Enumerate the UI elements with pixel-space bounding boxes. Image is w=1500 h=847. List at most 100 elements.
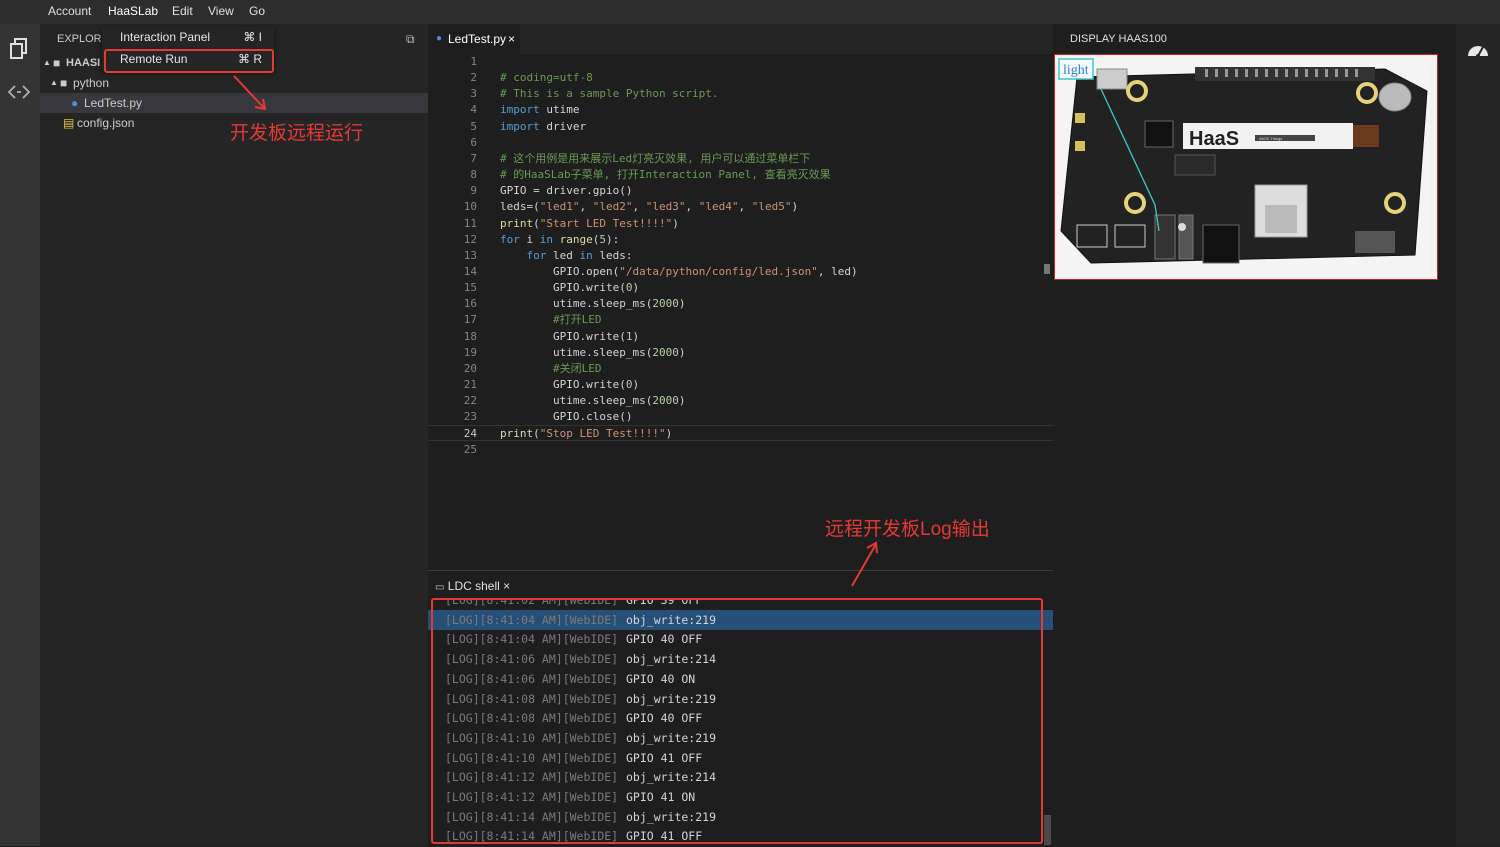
editor-tab-bar: ● LedTest.py × bbox=[428, 24, 1053, 54]
code-text: for i in range(5): bbox=[500, 232, 620, 246]
tree-item-label: python bbox=[73, 76, 110, 90]
code-line[interactable]: 19 utime.sleep_ms(2000) bbox=[428, 345, 1053, 361]
code-line[interactable]: 2 # coding=utf-8 bbox=[428, 70, 1053, 86]
line-number: 22 bbox=[463, 394, 477, 408]
code-text: for led in leds: bbox=[526, 248, 633, 262]
code-text: GPIO.write(0) bbox=[500, 281, 640, 295]
remote-run-annotation: 开发板远程运行 bbox=[230, 123, 364, 144]
python-file-icon: ● bbox=[71, 96, 79, 110]
json-file-icon: ▤ bbox=[63, 116, 75, 130]
menu-account[interactable]: Account bbox=[48, 4, 91, 18]
code-line[interactable]: 18 GPIO.write(1) bbox=[428, 329, 1053, 345]
line-number: 23 bbox=[463, 410, 477, 424]
code-text: GPIO.open("/data/python/config/led.json"… bbox=[500, 264, 858, 278]
code-line[interactable]: 6 bbox=[428, 135, 1053, 151]
code-text: leds=("led1", "led2", "led3", "led4", "l… bbox=[500, 200, 799, 214]
remote-run-highlight bbox=[104, 49, 274, 73]
annotation-arrow-icon bbox=[233, 75, 267, 111]
code-line[interactable]: 17 #打开LED bbox=[428, 312, 1053, 328]
menu-go[interactable]: Go bbox=[249, 4, 265, 18]
terminal-icon: ▭ bbox=[435, 582, 445, 593]
code-text: utime.sleep_ms(2000) bbox=[500, 394, 686, 408]
code-editor: ● LedTest.py × 1 2 # coding=utf-8 3 # This i… bbox=[428, 24, 1053, 570]
light-label: light bbox=[1063, 63, 1089, 78]
line-number: 10 bbox=[463, 200, 477, 214]
scrollbar-thumb[interactable] bbox=[1044, 264, 1050, 274]
board-view[interactable]: HaaS AliOS Things light bbox=[1054, 54, 1438, 280]
panel-scrollbar[interactable] bbox=[1044, 815, 1051, 845]
explorer-icon[interactable] bbox=[8, 38, 30, 60]
line-number: 4 bbox=[470, 103, 477, 117]
line-number: 15 bbox=[463, 281, 477, 295]
close-icon[interactable]: × bbox=[508, 24, 515, 54]
code-line[interactable]: 20 #关闭LED bbox=[428, 361, 1053, 377]
code-line[interactable]: 8 # 的HaaSLab子菜单, 打开Interaction Panel, 查看亮… bbox=[428, 167, 1053, 183]
line-number: 1 bbox=[470, 55, 477, 68]
menu-item-interaction-panel[interactable]: Interaction Panel ⌘ I bbox=[102, 27, 274, 47]
line-number: 11 bbox=[463, 216, 477, 230]
menu-view[interactable]: View bbox=[208, 4, 234, 18]
tab-ledtest[interactable]: ● LedTest.py × bbox=[428, 24, 520, 54]
code-line[interactable]: 9 GPIO = driver.gpio() bbox=[428, 183, 1053, 199]
code-line[interactable]: 16 utime.sleep_ms(2000) bbox=[428, 296, 1053, 312]
code-line[interactable]: 15 GPIO.write(0) bbox=[428, 280, 1053, 296]
code-text: import driver bbox=[500, 119, 587, 133]
python-file-icon: ● bbox=[436, 33, 443, 44]
code-text: print("Start LED Test!!!!") bbox=[500, 216, 679, 230]
code-line[interactable]: 1 bbox=[428, 54, 1053, 70]
log-output-annotation: 远程开发板Log输出 bbox=[825, 519, 990, 540]
tree-item-label: LedTest.py bbox=[84, 96, 143, 110]
tab-label: LedTest.py bbox=[448, 32, 507, 46]
code-line[interactable]: 24 print("Stop LED Test!!!!") bbox=[428, 425, 1053, 442]
code-line[interactable]: 11 print("Start LED Test!!!!") bbox=[428, 216, 1053, 232]
line-number: 21 bbox=[463, 378, 477, 391]
code-line[interactable]: 3 # This is a sample Python script. bbox=[428, 86, 1053, 102]
line-number: 8 bbox=[470, 168, 477, 182]
code-line[interactable]: 14 GPIO.open("/data/python/config/led.js… bbox=[428, 264, 1053, 280]
line-number: 7 bbox=[470, 151, 477, 165]
code-text: utime.sleep_ms(2000) bbox=[500, 297, 686, 311]
explorer-title: EXPLOR bbox=[57, 33, 102, 45]
code-line[interactable]: 13 for led in leds: bbox=[428, 248, 1053, 264]
haas100-board-image: HaaS AliOS Things light bbox=[1055, 55, 1437, 279]
code-text: # 这个用例是用来展示Led灯亮灭效果, 用户可以通过菜单栏下 bbox=[500, 151, 811, 165]
code-text: # coding=utf-8 bbox=[500, 71, 593, 85]
code-text: GPIO.write(1) bbox=[500, 329, 640, 343]
board-sub: AliOS Things bbox=[1259, 136, 1282, 141]
line-number: 2 bbox=[470, 71, 477, 85]
menu-edit[interactable]: Edit bbox=[172, 4, 193, 18]
code-line[interactable]: 25 bbox=[428, 442, 1053, 458]
folder-icon: ■ bbox=[60, 76, 68, 90]
source-control-icon[interactable] bbox=[7, 82, 31, 104]
code-text: # 的HaaSLab子菜单, 打开Interaction Panel, 查看亮灭… bbox=[500, 168, 831, 182]
code-line[interactable]: 23 GPIO.close() bbox=[428, 409, 1053, 425]
code-text: GPIO = driver.gpio() bbox=[500, 184, 633, 198]
folder-icon: ■ bbox=[53, 56, 61, 70]
code-line[interactable]: 5 import driver bbox=[428, 119, 1053, 135]
right-activity-bar bbox=[1456, 24, 1500, 846]
line-number: 3 bbox=[470, 87, 477, 101]
code-line[interactable]: 4 import utime bbox=[428, 102, 1053, 118]
line-number: 18 bbox=[463, 329, 477, 343]
board-brand: HaaS bbox=[1189, 128, 1239, 150]
code-text: GPIO.write(0) bbox=[500, 378, 640, 391]
dashboard-icon[interactable] bbox=[1467, 40, 1489, 58]
code-text: utime.sleep_ms(2000) bbox=[500, 345, 686, 359]
code-text: GPIO.close() bbox=[500, 410, 633, 424]
code-line[interactable]: 22 utime.sleep_ms(2000) bbox=[428, 393, 1053, 409]
collapse-all-icon[interactable]: ⧉ bbox=[406, 32, 415, 47]
display-panel: DISPLAY HAAS100 HaaS AliOS Things light bbox=[1053, 24, 1456, 846]
display-title: DISPLAY HAAS100 bbox=[1070, 33, 1167, 45]
code-line[interactable]: 21 GPIO.write(0) bbox=[428, 377, 1053, 393]
tree-item-label: HAASI bbox=[66, 57, 101, 69]
code-line[interactable]: 12 for i in range(5): bbox=[428, 232, 1053, 248]
close-icon[interactable]: × bbox=[503, 579, 510, 593]
tab-ldc-shell[interactable]: ▭ LDC shell × bbox=[435, 579, 510, 593]
menu-haaslab[interactable]: HaaSLab bbox=[108, 4, 158, 18]
code-line[interactable]: 7 # 这个用例是用来展示Led灯亮灭效果, 用户可以通过菜单栏下 bbox=[428, 151, 1053, 167]
expand-arrow-icon: ▲ bbox=[50, 78, 58, 87]
code-line[interactable]: 10 leds=("led1", "led2", "led3", "led4", … bbox=[428, 199, 1053, 215]
annotation-arrow-icon bbox=[851, 541, 878, 587]
line-number: 9 bbox=[470, 184, 477, 198]
log-highlight bbox=[431, 598, 1043, 844]
